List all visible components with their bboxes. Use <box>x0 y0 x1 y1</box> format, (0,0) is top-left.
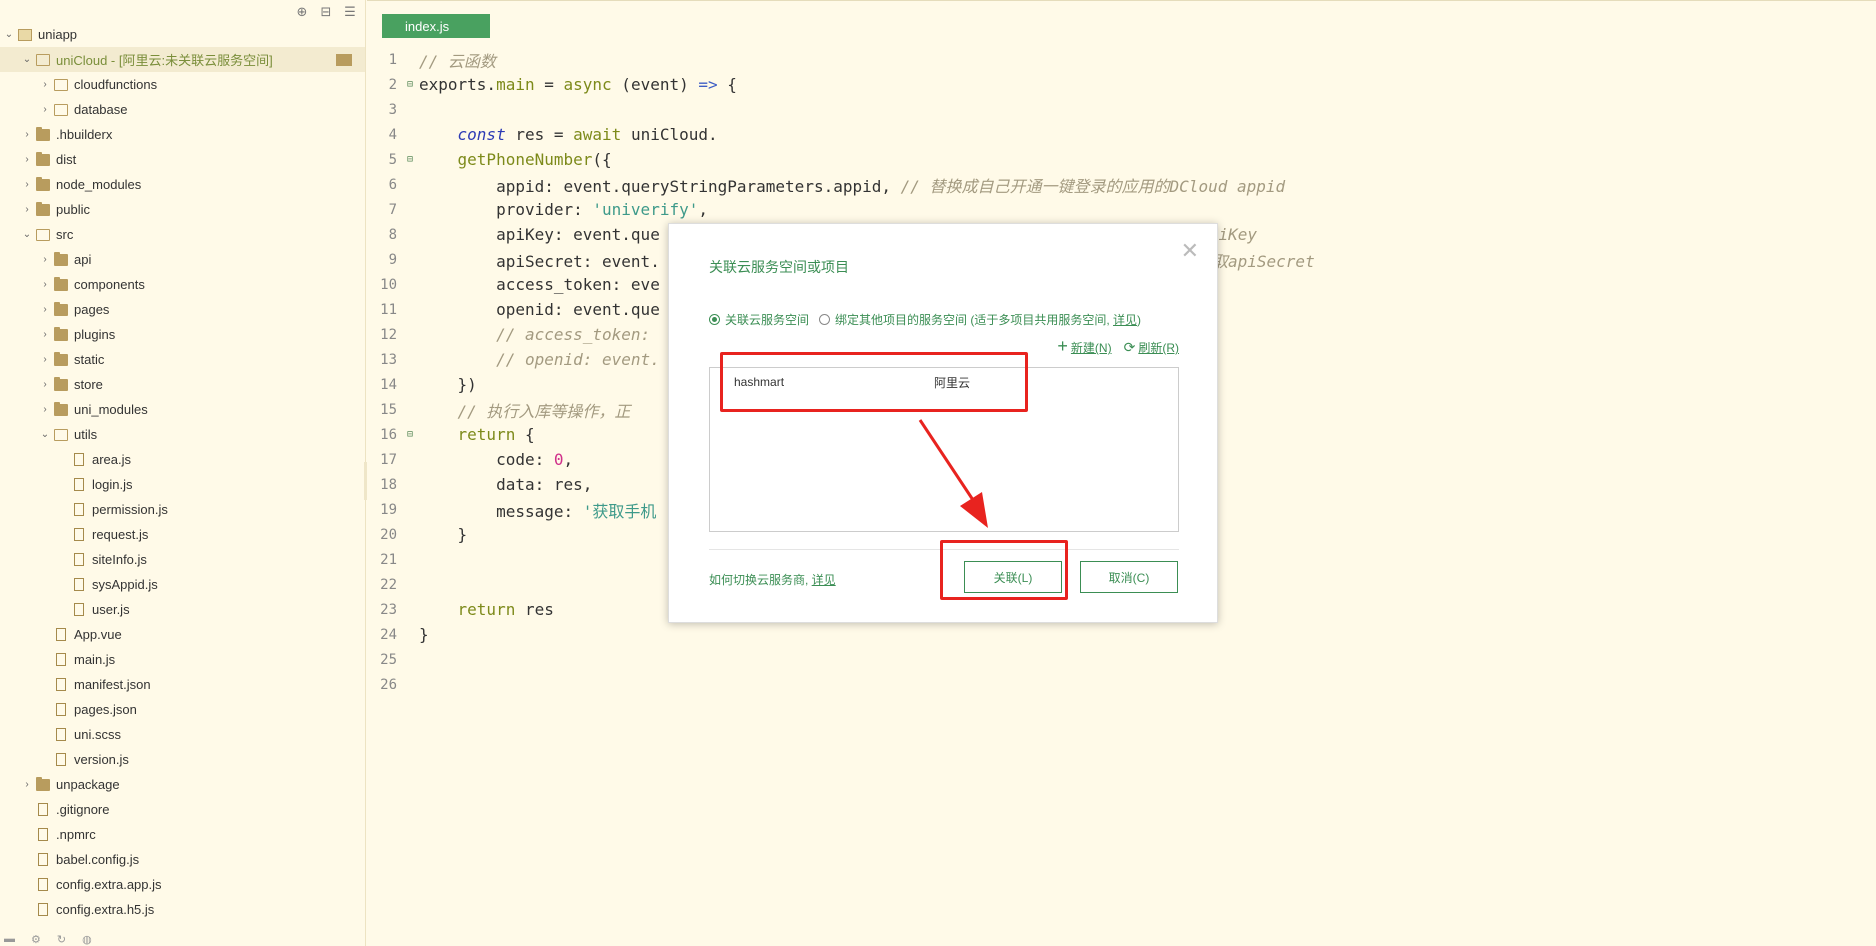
ide-window: ⊕ ⊟ ☰ ⌄ uniapp ⌄ uniCloud - [阿里云:未关联云服务空间] ›… <box>0 0 1876 946</box>
annotation-arrow-head <box>960 492 988 528</box>
annotation-arrow-line <box>918 419 977 504</box>
annotation-arrow <box>918 419 988 528</box>
